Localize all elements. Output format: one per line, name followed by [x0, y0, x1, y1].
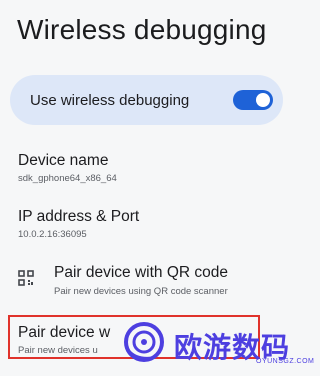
qr-pair-title: Pair device with QR code — [54, 264, 229, 281]
wireless-debugging-switch[interactable] — [233, 90, 273, 110]
device-name-value: sdk_gphone64_x86_64 — [18, 173, 117, 184]
qr-pair-subtitle: Pair new devices using QR code scanner — [54, 286, 228, 297]
pair-with-qr-code-item[interactable]: Pair device with QR code Pair new device… — [18, 264, 288, 304]
use-wireless-debugging-toggle-row[interactable]: Use wireless debugging — [10, 75, 283, 125]
watermark-subtext: OYUNSGZ.COM — [256, 358, 315, 365]
ip-address-setting: IP address & Port 10.0.2.16:36095 — [18, 208, 139, 240]
switch-knob — [256, 93, 270, 107]
page-title: Wireless debugging — [17, 14, 267, 45]
code-pair-title: Pair device w — [18, 324, 111, 341]
watermark-logo — [124, 322, 164, 362]
watermark: 欧游数码 OYUNSGZ.COM — [118, 318, 314, 370]
ip-address-value: 10.0.2.16:36095 — [18, 229, 87, 240]
device-name-setting[interactable]: Device name sdk_gphone64_x86_64 — [18, 152, 117, 184]
code-pair-subtitle: Pair new devices u — [18, 345, 98, 356]
device-name-title: Device name — [18, 152, 109, 169]
qr-code-icon — [18, 270, 34, 286]
ip-address-title: IP address & Port — [18, 208, 140, 225]
toggle-label: Use wireless debugging — [30, 92, 190, 109]
